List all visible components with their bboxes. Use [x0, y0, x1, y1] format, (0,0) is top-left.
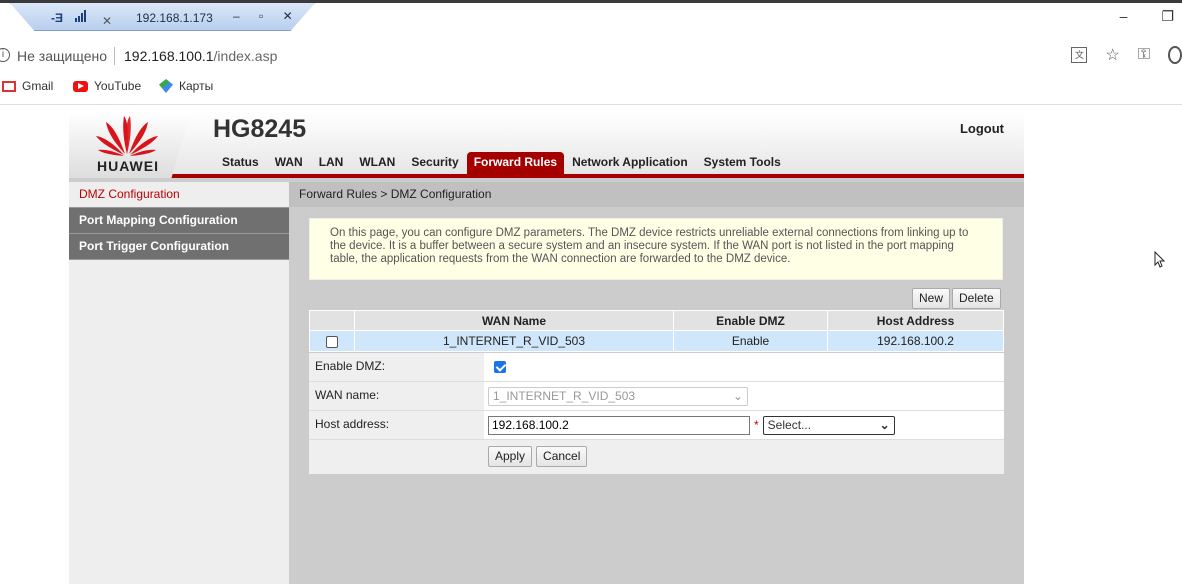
- maps-icon: [159, 79, 173, 93]
- bookmark-youtube[interactable]: YouTube: [73, 79, 141, 93]
- host-address-row: Host address: * Select... ⌄: [309, 411, 1004, 440]
- nav-status[interactable]: Status: [214, 152, 267, 176]
- key-icon[interactable]: ⚿: [1138, 46, 1150, 64]
- router-header: HUAWEI HG8245 Logout Status WAN LAN WLAN…: [69, 112, 1024, 178]
- top-border: [0, 0, 1182, 3]
- delete-button[interactable]: Delete: [952, 288, 1001, 309]
- host-select-value: Select...: [767, 418, 812, 432]
- bookmark-gmail[interactable]: Gmail: [2, 79, 53, 93]
- pin-icon[interactable]: -Ǝ: [51, 11, 63, 25]
- row-select-cell[interactable]: [309, 330, 355, 352]
- youtube-icon: [73, 80, 88, 92]
- bookmark-label: YouTube: [94, 79, 142, 93]
- router-page: HUAWEI HG8245 Logout Status WAN LAN WLAN…: [69, 112, 1024, 584]
- host-address-label: Host address:: [309, 411, 484, 439]
- signal-icon: [75, 10, 86, 22]
- enable-dmz-cell: Enable: [673, 330, 828, 352]
- bookmark-maps[interactable]: Карты: [159, 79, 213, 93]
- nav-lan[interactable]: LAN: [311, 152, 352, 176]
- wan-name-row: WAN name: 1_INTERNET_R_VID_503 ⌄: [309, 382, 1004, 411]
- mouse-cursor-icon: [1154, 251, 1166, 268]
- minimize-button[interactable]: –: [1120, 8, 1128, 25]
- chevron-down-icon: ⌄: [732, 389, 743, 403]
- remote-session-bar[interactable]: -Ǝ 192.168.1.173 – ▫ ✕: [10, 3, 315, 31]
- logo-area: HUAWEI: [69, 112, 191, 178]
- breadcrumb: Forward Rules > DMZ Configuration: [289, 182, 1024, 207]
- sidebar: DMZ Configuration Port Mapping Configura…: [69, 182, 289, 584]
- wan-name-cell: 1_INTERNET_R_VID_503: [354, 330, 674, 352]
- wan-name-select[interactable]: 1_INTERNET_R_VID_503 ⌄: [488, 386, 748, 406]
- nav-security[interactable]: Security: [403, 152, 466, 176]
- tab-close-icon[interactable]: ✕: [102, 14, 112, 28]
- new-button[interactable]: New: [912, 288, 951, 309]
- url-host: 192.168.100.1: [124, 48, 214, 64]
- column-header-host-address: Host Address: [827, 310, 1004, 331]
- info-icon[interactable]: i: [0, 48, 10, 62]
- sidebar-item-port-mapping[interactable]: Port Mapping Configuration: [69, 208, 289, 234]
- nav-system-tools[interactable]: System Tools: [696, 152, 789, 176]
- address-bar-actions: 文 ☆ ⚿: [1071, 45, 1182, 65]
- remote-window-buttons[interactable]: – ▫ ✕: [233, 9, 301, 23]
- table-row[interactable]: 1_INTERNET_R_VID_503 Enable 192.168.100.…: [309, 330, 1004, 352]
- star-icon[interactable]: ☆: [1105, 45, 1119, 65]
- enable-dmz-checkbox[interactable]: [494, 361, 506, 373]
- main-content: Forward Rules > DMZ Configuration On thi…: [289, 182, 1024, 584]
- enable-dmz-row: Enable DMZ:: [309, 353, 1004, 382]
- gmail-icon: [2, 80, 16, 92]
- translate-icon[interactable]: 文: [1071, 47, 1088, 63]
- apply-button[interactable]: Apply: [488, 446, 533, 467]
- nav-wan[interactable]: WAN: [267, 152, 311, 176]
- host-address-input[interactable]: [488, 415, 750, 435]
- required-mark: *: [754, 418, 759, 432]
- host-select[interactable]: Select... ⌄: [762, 415, 895, 435]
- remote-host-label: 192.168.1.173: [136, 11, 213, 25]
- bookmark-label: Карты: [179, 79, 214, 93]
- wan-name-value: 1_INTERNET_R_VID_503: [493, 389, 636, 403]
- column-header-select: [309, 310, 355, 331]
- main-nav: Status WAN LAN WLAN Security Forward Rul…: [214, 152, 789, 178]
- table-header-row: WAN Name Enable DMZ Host Address: [309, 310, 1004, 331]
- nav-forward-rules[interactable]: Forward Rules: [466, 152, 565, 178]
- dmz-table: WAN Name Enable DMZ Host Address 1_INTER…: [309, 310, 1004, 352]
- window-controls: – ❐: [1120, 8, 1174, 25]
- bookmark-label: Gmail: [22, 79, 54, 93]
- address-divider: [114, 47, 115, 65]
- browser-divider: [0, 104, 1182, 105]
- wan-name-label: WAN name:: [309, 382, 484, 410]
- column-header-wan-name: WAN Name: [354, 310, 674, 331]
- url-path: /index.asp: [213, 48, 278, 64]
- column-header-enable-dmz: Enable DMZ: [673, 310, 828, 331]
- url-text[interactable]: 192.168.100.1/index.asp: [124, 48, 277, 64]
- logout-link[interactable]: Logout: [960, 121, 1004, 136]
- dmz-form: Enable DMZ: WAN name: 1_INTERNET_R_VID_5…: [309, 353, 1004, 474]
- info-box: On this page, you can configure DMZ para…: [309, 218, 1003, 280]
- brand-name: HUAWEI: [97, 158, 159, 174]
- nav-network-application[interactable]: Network Application: [564, 152, 696, 176]
- enable-dmz-label: Enable DMZ:: [309, 353, 484, 381]
- sidebar-item-dmz-configuration[interactable]: DMZ Configuration: [69, 182, 289, 208]
- model-title: HG8245: [213, 115, 307, 143]
- chevron-down-icon: ⌄: [879, 418, 890, 432]
- account-icon[interactable]: [1168, 46, 1182, 64]
- form-buttons: Apply Cancel: [309, 440, 1004, 474]
- host-address-cell: 192.168.100.2: [827, 330, 1004, 352]
- nav-wlan[interactable]: WLAN: [351, 152, 403, 176]
- row-checkbox[interactable]: [326, 335, 338, 348]
- restore-button[interactable]: ❐: [1161, 8, 1174, 25]
- browser-title-bar: -Ǝ 192.168.1.173 – ▫ ✕ ✕ – ❐: [0, 0, 1182, 36]
- huawei-logo-icon: [96, 116, 158, 156]
- sidebar-item-port-trigger[interactable]: Port Trigger Configuration: [69, 234, 289, 260]
- address-bar[interactable]: i Не защищено 192.168.100.1/index.asp 文 …: [0, 40, 1182, 72]
- security-status[interactable]: Не защищено: [17, 48, 107, 64]
- cancel-button[interactable]: Cancel: [536, 446, 588, 467]
- bookmarks-bar: Gmail YouTube Карты: [0, 74, 1182, 100]
